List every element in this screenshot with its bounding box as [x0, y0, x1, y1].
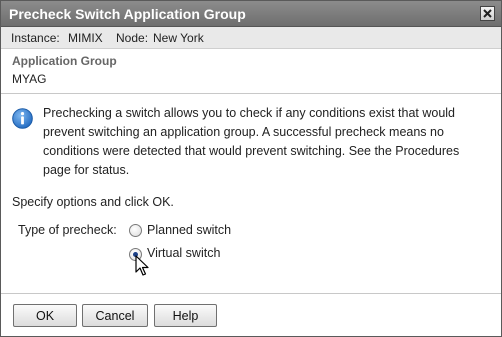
application-group-label: Application Group — [12, 54, 117, 68]
dialog-titlebar: Precheck Switch Application Group — [1, 1, 501, 27]
instance-value: MIMIX — [68, 31, 103, 45]
info-message: Prechecking a switch allows you to check… — [43, 106, 460, 177]
divider — [1, 293, 501, 294]
ok-button[interactable]: OK — [13, 304, 77, 327]
info-icon — [12, 108, 33, 129]
planned-switch-label[interactable]: Planned switch — [147, 223, 231, 237]
divider — [1, 93, 501, 94]
help-button[interactable]: Help — [154, 304, 217, 327]
mouse-cursor-icon — [135, 255, 149, 276]
close-icon — [483, 9, 492, 18]
instance-label: Instance: — [11, 31, 60, 45]
node-label: Node: — [116, 31, 149, 45]
close-button[interactable] — [480, 6, 495, 21]
instructions-text: Specify options and click OK. — [12, 195, 174, 209]
planned-switch-radio[interactable] — [129, 224, 142, 237]
precheck-switch-dialog: Precheck Switch Application Group Instan… — [0, 0, 502, 337]
context-bar: Instance: MIMIX Node: New York — [1, 27, 501, 49]
precheck-type-label: Type of precheck: — [18, 223, 117, 237]
application-group-value: MYAG — [12, 72, 47, 86]
virtual-switch-label[interactable]: Virtual switch — [147, 246, 220, 260]
dialog-title: Precheck Switch Application Group — [9, 6, 246, 22]
cancel-button[interactable]: Cancel — [82, 304, 148, 327]
node-value: New York — [153, 31, 204, 45]
